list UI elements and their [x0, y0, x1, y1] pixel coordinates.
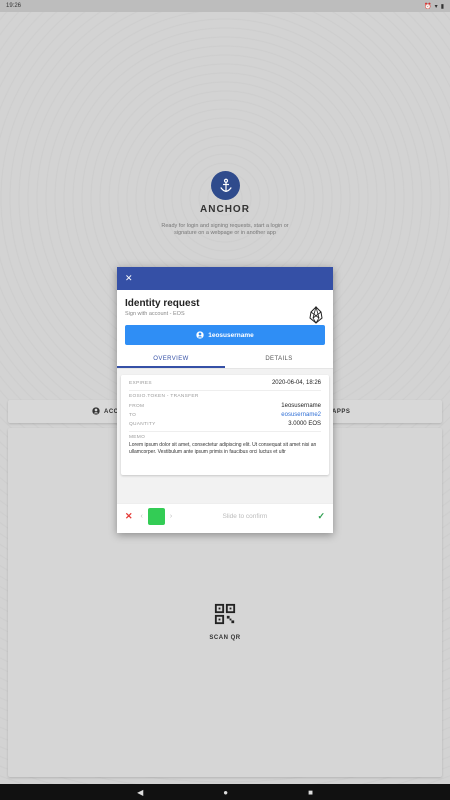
from-label: FROM — [129, 403, 145, 409]
account-icon — [92, 406, 100, 417]
chevron-left-icon: ‹ — [140, 513, 143, 520]
quantity-label: QUANTITY — [129, 421, 156, 427]
dialog-title: Identity request — [125, 298, 200, 309]
alarm-icon: ⏰ — [424, 3, 432, 10]
slide-label: Slide to confirm — [222, 513, 268, 520]
brand-tagline: Ready for login and signing requests, st… — [161, 223, 289, 236]
quantity-value: 3.0000 EOS — [288, 421, 321, 427]
status-bar: 19:26 ⏰ ▾ ▮ — [0, 0, 450, 12]
navigation-bar: ◀ ● ■ — [0, 784, 450, 800]
action-label: EOSIO.TOKEN - TRANSFER — [129, 394, 199, 399]
to-value[interactable]: eosusername2 — [281, 412, 321, 418]
status-time: 19:26 — [6, 3, 22, 9]
account-button-label: 1eosusername — [208, 331, 254, 339]
memo-label: MEMO — [129, 435, 146, 440]
confirm-check-icon[interactable]: ✓ — [317, 511, 325, 522]
home-icon[interactable]: ● — [223, 788, 228, 797]
memo-text: Lorem ipsum dolor sit amet, consectetur … — [129, 442, 317, 455]
dialog-subtitle: Sign with account - EOS — [125, 311, 185, 317]
to-label: TO — [129, 412, 137, 418]
dialog-header: ✕ — [117, 267, 333, 290]
qr-code-icon — [214, 603, 236, 625]
apps-tab-label: APPS — [332, 408, 351, 415]
overview-content: EXPIRES 2020-06-04, 18:26 EOSIO.TOKEN - … — [117, 369, 333, 503]
expires-label: EXPIRES — [129, 380, 152, 386]
expires-value: 2020-06-04, 18:26 — [271, 380, 321, 386]
anchor-logo — [211, 171, 240, 200]
anchor-icon — [219, 178, 232, 192]
back-icon[interactable]: ◀ — [137, 788, 143, 797]
account-icon — [196, 331, 204, 339]
dialog-tabs: OVERVIEW DETAILS — [117, 351, 333, 369]
scan-qr-button[interactable]: SCAN QR — [195, 603, 255, 641]
wifi-icon: ▾ — [434, 3, 438, 10]
tab-overview[interactable]: OVERVIEW — [117, 351, 225, 368]
from-value: 1eosusername — [281, 403, 321, 409]
identity-request-dialog: ✕ Identity request Sign with account - E… — [117, 267, 333, 533]
battery-icon: ▮ — [440, 3, 444, 10]
transaction-card: EXPIRES 2020-06-04, 18:26 EOSIO.TOKEN - … — [121, 375, 329, 475]
slide-to-confirm[interactable]: ✕ ‹ › Slide to confirm ✓ — [117, 503, 333, 529]
scan-qr-label: SCAN QR — [209, 635, 241, 641]
cancel-icon[interactable]: ✕ — [125, 511, 133, 522]
recents-icon[interactable]: ■ — [308, 788, 313, 797]
close-icon[interactable]: ✕ — [125, 273, 133, 284]
tab-details[interactable]: DETAILS — [225, 351, 333, 368]
account-select-button[interactable]: 1eosusername — [125, 325, 325, 345]
eos-logo-icon — [309, 305, 323, 329]
brand-name: ANCHOR — [200, 204, 250, 215]
slider-knob[interactable] — [147, 508, 165, 525]
